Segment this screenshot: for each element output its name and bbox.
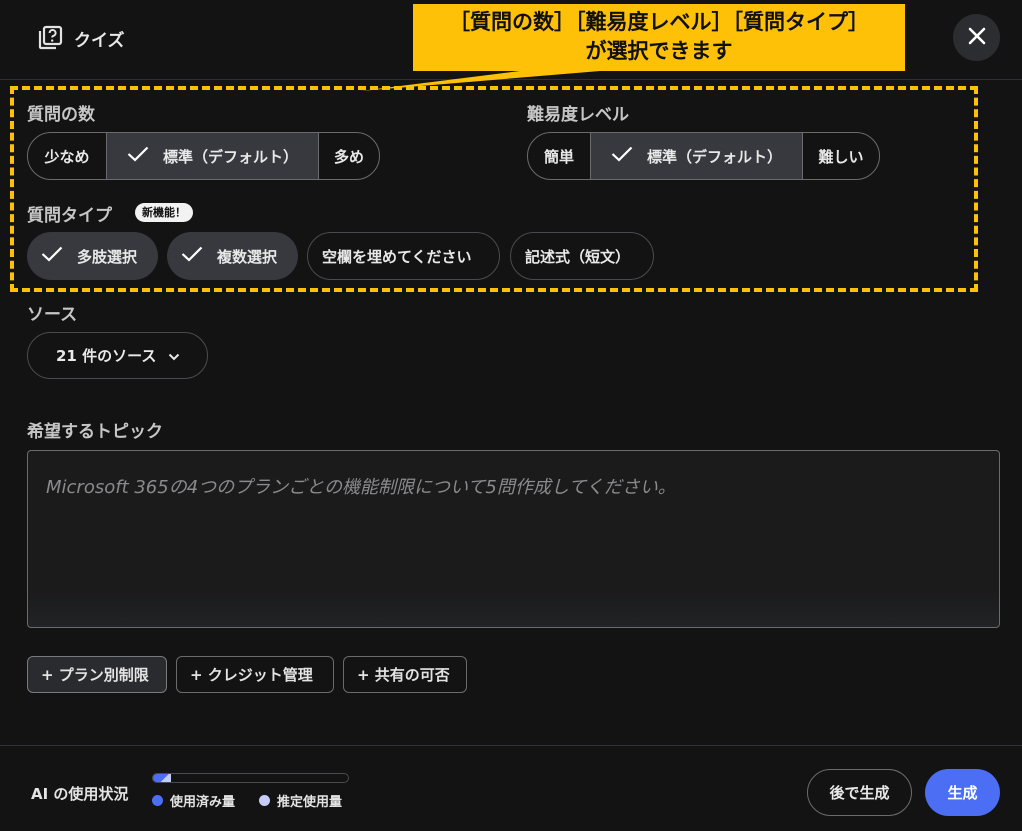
checkmark-icon bbox=[41, 246, 63, 266]
generate-later-button[interactable]: 後で生成 bbox=[807, 769, 912, 816]
new-feature-badge: 新機能！ bbox=[135, 203, 193, 222]
question-type-chip-multiple-select[interactable]: 複数選択 bbox=[167, 232, 298, 280]
suggestion-chip-sharing[interactable]: + 共有の可否 bbox=[343, 656, 467, 693]
ai-usage-label: AI の使用状況 bbox=[31, 785, 129, 803]
checkmark-icon bbox=[181, 246, 203, 266]
annotation-callout: ［質問の数］［難易度レベル］［質問タイプ］ が選択できます bbox=[413, 4, 905, 71]
generate-button[interactable]: 生成 bbox=[925, 769, 1000, 816]
difficulty-label: 難易度レベル bbox=[527, 105, 629, 125]
legend-used-dot bbox=[152, 795, 163, 806]
question-type-label: 質問タイプ bbox=[27, 206, 112, 226]
ai-usage-bar-fill bbox=[153, 774, 171, 782]
source-dropdown-button[interactable]: 21 件のソース bbox=[27, 332, 208, 379]
ai-usage-bar bbox=[152, 773, 349, 783]
difficulty-option-easy[interactable]: 簡単 bbox=[528, 133, 590, 179]
question-type-chip-multiple-choice[interactable]: 多肢選択 bbox=[27, 232, 158, 280]
source-label: ソース bbox=[27, 305, 78, 325]
question-type-chip-fill-in-blank[interactable]: 空欄を埋めてください bbox=[307, 232, 500, 280]
question-count-selector: 少なめ 標準（デフォルト） 多め bbox=[27, 132, 380, 180]
difficulty-option-standard[interactable]: 標準（デフォルト） bbox=[590, 133, 802, 179]
annotation-line-2: が選択できます bbox=[585, 39, 733, 63]
topic-label: 希望するトピック bbox=[27, 422, 163, 442]
difficulty-selector: 簡単 標準（デフォルト） 難しい bbox=[527, 132, 880, 180]
chevron-down-icon bbox=[168, 347, 180, 365]
legend-estimated-dot bbox=[259, 795, 270, 806]
question-count-option-many[interactable]: 多め bbox=[318, 133, 379, 179]
difficulty-option-hard[interactable]: 難しい bbox=[802, 133, 879, 179]
question-count-label: 質問の数 bbox=[27, 105, 95, 125]
suggestion-chip-credit-management[interactable]: + クレジット管理 bbox=[176, 656, 334, 693]
topic-placeholder: Microsoft 365の4つのプランごとの機能制限について5問作成してくださ… bbox=[46, 477, 676, 498]
legend-used: 使用済み量 bbox=[152, 791, 235, 810]
legend-estimated: 推定使用量 bbox=[259, 791, 342, 810]
annotation-line-1: ［質問の数］［難易度レベル］［質問タイプ］ bbox=[449, 10, 869, 34]
suggestion-chip-plan-limits[interactable]: + プラン別制限 bbox=[27, 656, 167, 693]
checkmark-icon bbox=[127, 146, 149, 166]
question-type-chip-short-answer[interactable]: 記述式（短文） bbox=[510, 232, 654, 280]
checkmark-icon bbox=[611, 146, 633, 166]
question-count-option-few[interactable]: 少なめ bbox=[28, 133, 106, 179]
topic-input[interactable]: Microsoft 365の4つのプランごとの機能制限について5問作成してくださ… bbox=[27, 450, 1000, 628]
question-count-option-standard[interactable]: 標準（デフォルト） bbox=[106, 133, 318, 179]
